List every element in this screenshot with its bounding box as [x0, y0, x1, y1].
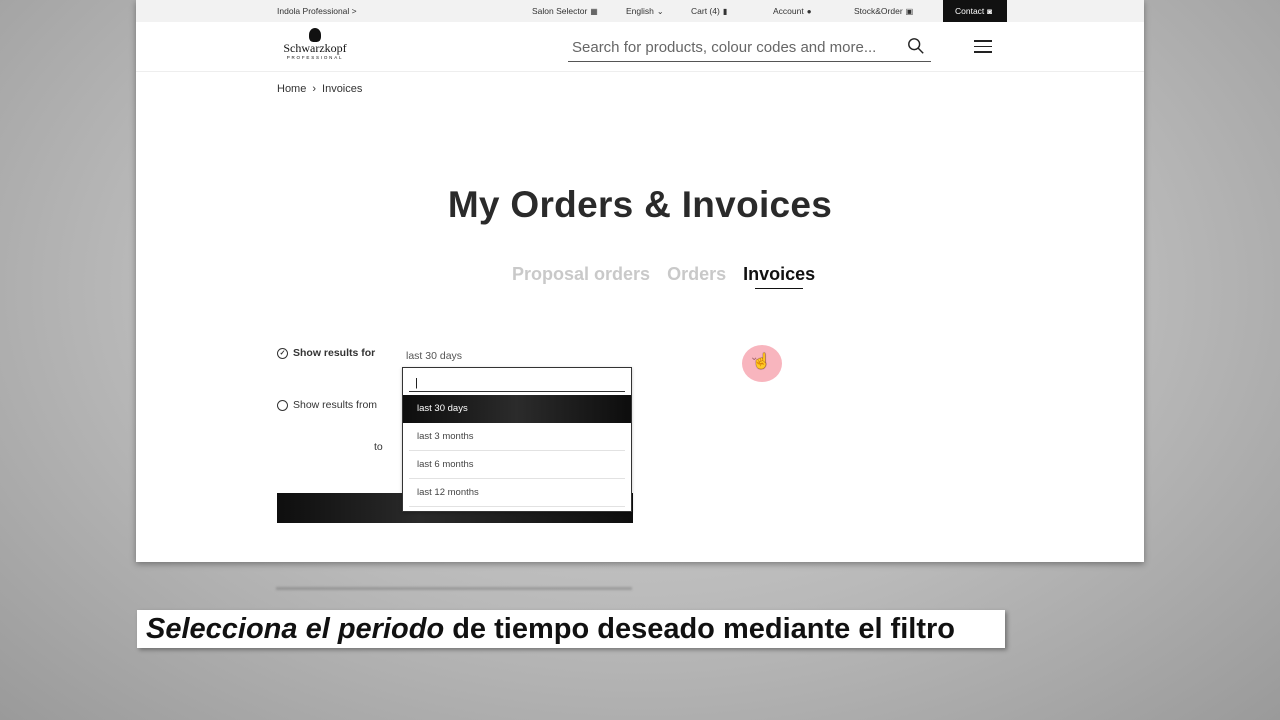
breadcrumb: Home › Invoices: [277, 83, 362, 95]
background-blur-line: [276, 587, 632, 590]
search-icon[interactable]: [907, 37, 925, 55]
search-input[interactable]: [572, 36, 892, 58]
dropdown-option-label: last 3 months: [417, 431, 474, 442]
cart-label: Cart (4): [691, 6, 720, 16]
tabs: Proposal orders Orders Invoices: [512, 264, 827, 285]
period-dropdown: last 30 days last 3 months last 6 months…: [402, 367, 632, 512]
show-results-from-option[interactable]: Show results from: [277, 399, 377, 411]
menu-icon[interactable]: [974, 40, 992, 54]
chevron-down-icon: ⌄: [656, 7, 664, 16]
hand-cursor-icon: ☝: [752, 353, 771, 370]
breadcrumb-home[interactable]: Home: [277, 83, 306, 95]
show-results-from-label: Show results from: [293, 399, 378, 411]
dropdown-filter-input[interactable]: [409, 374, 625, 392]
contact-label: Contact: [955, 6, 985, 16]
schwarzkopf-logo[interactable]: Schwarzkopf PROFESSIONAL: [280, 28, 350, 66]
salon-selector-label: Salon Selector: [532, 6, 588, 16]
dropdown-option-label: last 6 months: [417, 459, 474, 470]
dropdown-option-label: last 12 months: [417, 487, 479, 498]
logo-name: Schwarzkopf: [283, 41, 347, 55]
dropdown-option[interactable]: last 3 months: [403, 423, 631, 451]
tab-orders[interactable]: Orders: [667, 264, 726, 284]
tab-invoices[interactable]: Invoices: [743, 264, 815, 284]
logo-silhouette-icon: [309, 28, 321, 42]
bag-icon: ▮: [722, 7, 728, 16]
clipboard-icon: ▣: [905, 7, 914, 16]
radio-icon: [277, 399, 288, 411]
period-select[interactable]: last 30 days: [406, 350, 462, 362]
tab-proposal-orders[interactable]: Proposal orders: [512, 264, 650, 284]
stock-order-label: Stock&Order: [854, 6, 903, 16]
search-box: [568, 34, 931, 62]
caption-rest: de tiempo deseado mediante el filtro: [444, 613, 955, 645]
page-title: My Orders & Invoices: [447, 184, 833, 225]
dropdown-option[interactable]: last 30 days: [403, 395, 631, 423]
subtitle-caption: Selecciona el periodo de tiempo deseado …: [137, 610, 1005, 648]
indola-link[interactable]: Indola Professional >: [277, 0, 357, 22]
check-icon: ✓: [277, 347, 288, 359]
dropdown-filter: [409, 373, 625, 392]
top-bar: Indola Professional > Salon Selector ▦ En…: [136, 0, 1144, 22]
account-label: Account: [773, 6, 804, 16]
show-results-for-option[interactable]: ✓ Show results for: [277, 347, 375, 359]
cart-link[interactable]: Cart (4) ▮: [691, 0, 727, 22]
logo-sub: PROFESSIONAL: [286, 55, 344, 60]
salon-selector-link[interactable]: Salon Selector ▦: [532, 0, 598, 22]
account-link[interactable]: Account ●: [773, 0, 812, 22]
language-label: English: [626, 6, 654, 16]
breadcrumb-chevron-icon: ›: [312, 83, 317, 95]
store-icon: ▦: [590, 7, 598, 16]
stock-order-link[interactable]: Stock&Order ▣: [854, 0, 913, 22]
show-results-for-label: Show results for: [293, 347, 376, 359]
contact-button[interactable]: Contact ◙: [943, 0, 1007, 22]
dropdown-option[interactable]: last 6 months: [403, 451, 631, 479]
to-label: to: [374, 441, 383, 453]
language-selector[interactable]: English ⌄: [626, 0, 664, 22]
site-header: Schwarzkopf PROFESSIONAL: [136, 22, 1144, 72]
dropdown-option[interactable]: last 12 months: [403, 479, 631, 507]
breadcrumb-current: Invoices: [322, 83, 363, 95]
dropdown-option-label: last 30 days: [417, 403, 468, 414]
chat-icon: ◙: [987, 7, 993, 16]
caption-emphasis: Selecciona el periodo: [146, 613, 445, 645]
browser-page: Indola Professional > Salon Selector ▦ En…: [136, 0, 1144, 562]
user-icon: ●: [806, 7, 812, 16]
